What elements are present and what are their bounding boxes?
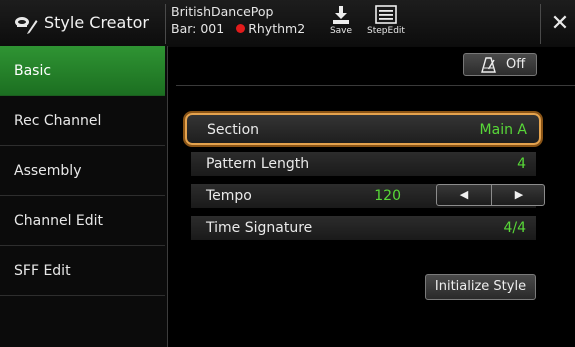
header-divider bbox=[165, 4, 166, 44]
metronome-label: Off bbox=[506, 57, 526, 72]
section-row[interactable]: Section Main A bbox=[185, 113, 541, 145]
bar-status: Bar: 001 Rhythm2 bbox=[171, 21, 305, 36]
main-panel: Off Section Main A Pattern Length 4 Temp… bbox=[168, 47, 575, 347]
section-value: Main A bbox=[479, 122, 527, 138]
stepedit-label: StepEdit bbox=[367, 26, 405, 36]
pattern-length-value: 4 bbox=[517, 156, 526, 172]
tempo-stepper: ◀ ▶ bbox=[436, 184, 545, 206]
tempo-increase-button[interactable]: ▶ bbox=[492, 185, 546, 205]
time-signature-label: Time Signature bbox=[206, 220, 313, 236]
divider bbox=[176, 85, 575, 86]
pattern-length-row[interactable]: Pattern Length 4 bbox=[191, 152, 536, 176]
sidebar: Basic Rec Channel Assembly Channel Edit … bbox=[0, 46, 168, 347]
record-part: Rhythm2 bbox=[248, 21, 306, 36]
sidebar-item-assembly[interactable]: Assembly bbox=[0, 146, 165, 196]
bar-label: Bar: 001 bbox=[171, 21, 225, 36]
header-bar: Style Creator BritishDancePop Bar: 001 Rh… bbox=[0, 0, 575, 49]
style-creator-icon bbox=[14, 13, 38, 35]
header-divider bbox=[540, 4, 541, 44]
tempo-row[interactable]: Tempo 120 ◀ ▶ bbox=[191, 184, 545, 208]
sidebar-item-sff-edit[interactable]: SFF Edit bbox=[0, 246, 165, 296]
style-name: BritishDancePop bbox=[171, 4, 274, 19]
pattern-length-label: Pattern Length bbox=[206, 156, 310, 172]
app-title: Style Creator bbox=[44, 13, 149, 32]
tempo-value: 120 bbox=[374, 188, 401, 204]
metronome-button[interactable]: Off bbox=[463, 53, 537, 76]
time-signature-row[interactable]: Time Signature 4/4 bbox=[191, 216, 536, 240]
tempo-decrease-button[interactable]: ◀ bbox=[437, 185, 491, 205]
save-button[interactable]: Save bbox=[323, 5, 359, 43]
record-indicator-icon bbox=[236, 24, 246, 33]
initialize-style-button[interactable]: Initialize Style bbox=[425, 274, 536, 300]
tempo-label: Tempo bbox=[206, 188, 252, 204]
sidebar-item-rec-channel[interactable]: Rec Channel bbox=[0, 96, 165, 146]
time-signature-value: 4/4 bbox=[503, 220, 526, 236]
stepedit-button[interactable]: StepEdit bbox=[365, 5, 407, 43]
metronome-icon bbox=[481, 57, 496, 73]
sidebar-item-channel-edit[interactable]: Channel Edit bbox=[0, 196, 165, 246]
save-label: Save bbox=[329, 26, 353, 36]
save-icon bbox=[333, 6, 349, 24]
section-label: Section bbox=[207, 122, 260, 138]
close-icon[interactable]: ✕ bbox=[547, 10, 573, 38]
sidebar-item-basic[interactable]: Basic bbox=[0, 46, 165, 96]
stepedit-icon bbox=[375, 5, 397, 24]
